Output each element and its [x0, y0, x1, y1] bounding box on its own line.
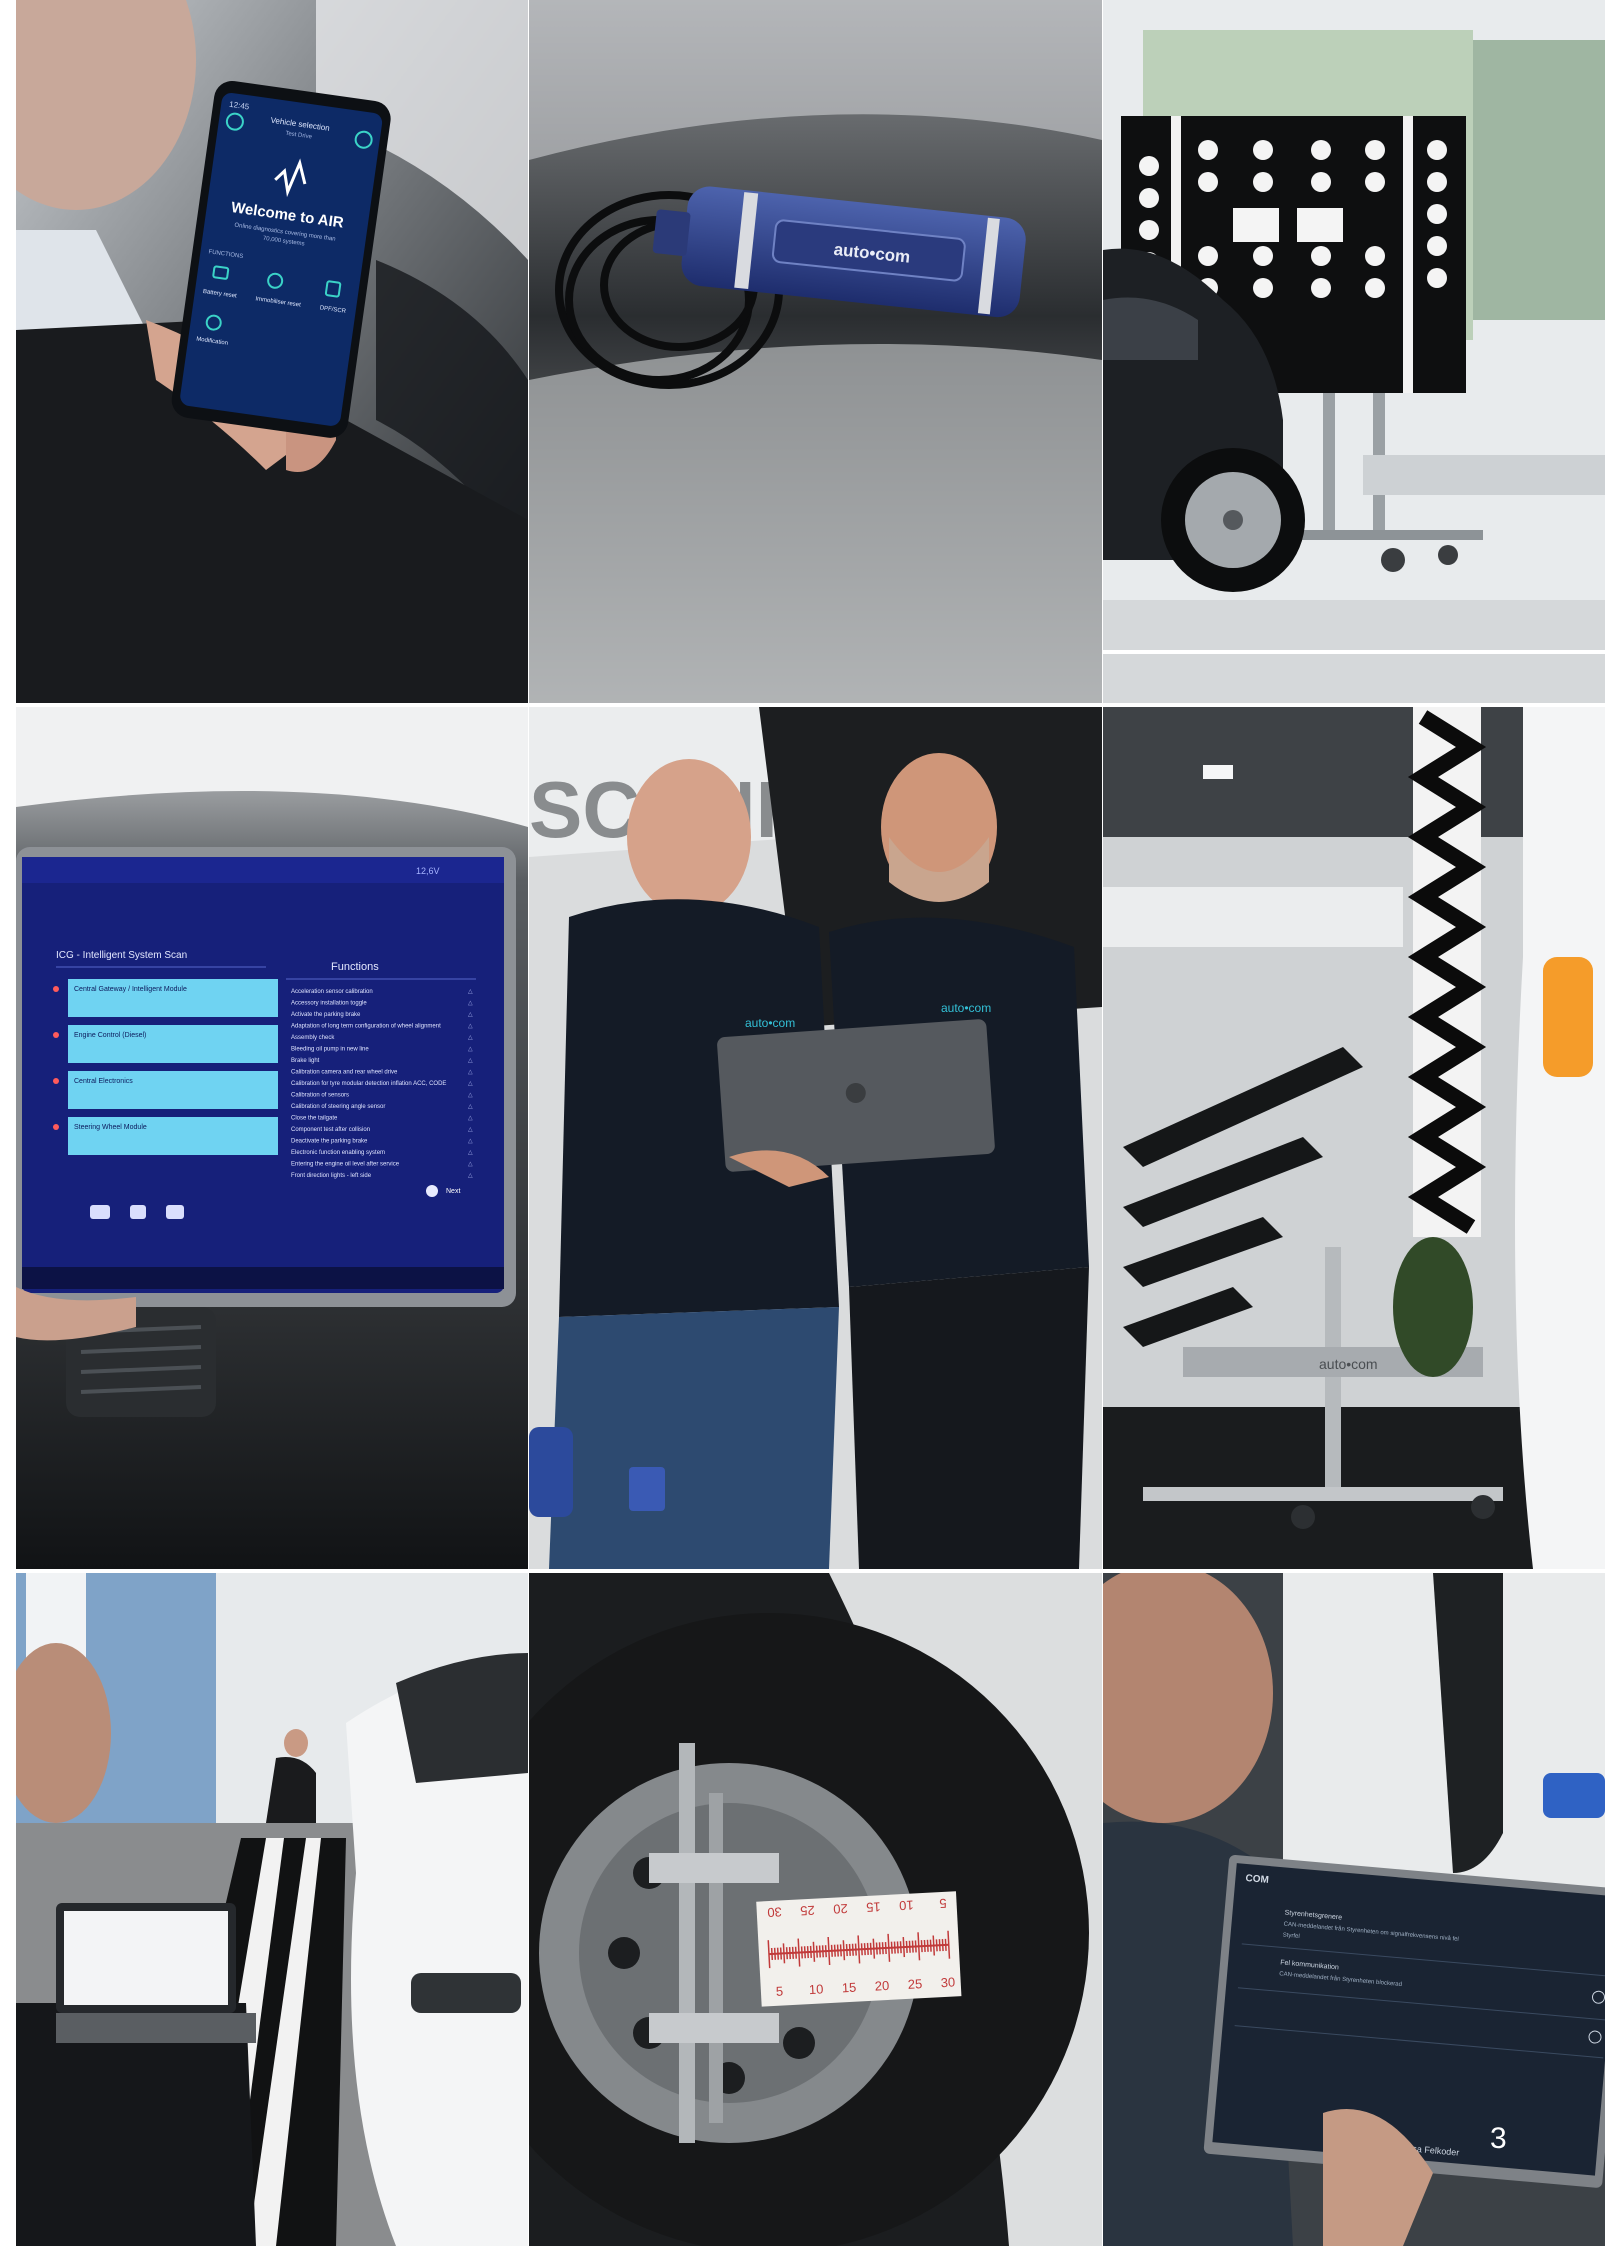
tablet-left-title: ICG - Intelligent System Scan	[56, 950, 187, 961]
photo-wheel-alignment: 30 25 20 15 10 5 5 10 15 20 25 30	[529, 1573, 1102, 2246]
tablet-battery-status: 12,6V	[416, 866, 440, 876]
ruler-bottom-label: 10	[808, 1981, 823, 1997]
warning-icon: △	[468, 1162, 473, 1168]
function-item[interactable]: Bleeding oil pump in new line	[291, 1047, 369, 1053]
warning-icon: △	[468, 1173, 473, 1179]
function-item[interactable]: Acceleration sensor calibration	[291, 989, 373, 995]
ruler-top-label: 20	[833, 1901, 848, 1917]
function-item[interactable]: Front direction lights - left side	[291, 1173, 372, 1179]
function-item[interactable]: Calibration for tyre modular detection i…	[291, 1081, 446, 1087]
function-item[interactable]: Assembly check	[291, 1035, 335, 1041]
calibration-rig-art: auto•com	[1103, 707, 1605, 1569]
ruler-bottom-label: 30	[940, 1974, 955, 1990]
laptop-brand: COM	[1245, 1873, 1269, 1886]
adas-target-art	[1103, 0, 1605, 703]
function-item[interactable]: Calibration of sensors	[291, 1093, 349, 1099]
status-dot	[53, 986, 59, 992]
warning-icon: △	[468, 1127, 473, 1133]
status-dot	[53, 1078, 59, 1084]
car-icon[interactable]	[90, 1205, 110, 1219]
system-item[interactable]	[68, 1025, 278, 1063]
ruler-top-label: 10	[899, 1898, 914, 1914]
warning-icon: △	[468, 989, 473, 995]
tools-icon[interactable]	[166, 1205, 184, 1219]
function-item[interactable]: Calibration of steering angle sensor	[291, 1104, 385, 1110]
ruler-bottom-label: 20	[874, 1978, 889, 1994]
warning-icon: △	[468, 1104, 473, 1110]
laptop-photo-art: COM Styrenhetsgrenere CAN-meddelandet fr…	[1103, 1573, 1605, 2246]
system-item[interactable]	[68, 979, 278, 1017]
function-item[interactable]: Component test after collision	[291, 1127, 370, 1133]
system-item-label: Steering Wheel Module	[74, 1124, 147, 1131]
warning-icon: △	[468, 1035, 473, 1041]
page-number: 3	[1490, 2122, 1507, 2155]
technicians-photo-art: SCANIA auto•com auto•com	[529, 707, 1102, 1569]
polo-logo-2: auto•com	[941, 1001, 991, 1015]
warning-icon: △	[468, 1001, 473, 1007]
tablet-photo-art: 12,6V ICG - Intelligent System Scan Func…	[16, 707, 528, 1569]
warning-icon: △	[468, 1047, 473, 1053]
warning-icon: △	[468, 1070, 473, 1076]
ruler-bottom-label: 15	[841, 1980, 856, 1996]
photo-vci-dongle: auto•com	[529, 0, 1102, 703]
warning-icon: △	[468, 1093, 473, 1099]
next-arrow-icon[interactable]	[426, 1185, 438, 1197]
garage-photo-art	[16, 1573, 528, 2246]
warning-icon: △	[468, 1081, 473, 1087]
ruler-top-label: 25	[800, 1903, 815, 1919]
system-item-label: Engine Control (Diesel)	[74, 1032, 146, 1039]
warning-icon: △	[468, 1058, 473, 1064]
function-item[interactable]: Close the tailgate	[291, 1116, 338, 1122]
warning-icon: △	[468, 1150, 473, 1156]
rig-logo: auto•com	[1319, 1356, 1378, 1372]
function-item[interactable]: Entering the engine oil level after serv…	[291, 1162, 400, 1168]
photo-calibration-rig: auto•com	[1103, 707, 1605, 1569]
ruler-bottom-label: 5	[776, 1983, 784, 1998]
function-item[interactable]: Calibration camera and rear wheel drive	[291, 1070, 398, 1076]
tablet-right-title: Functions	[331, 961, 379, 973]
system-item[interactable]	[68, 1071, 278, 1109]
function-item[interactable]: Electronic function enabling system	[291, 1150, 385, 1156]
warning-icon: △	[468, 1116, 473, 1122]
status-dot	[53, 1124, 59, 1130]
photo-phone-app: 12:45 Vehicle selection Test Drive Welco…	[16, 0, 528, 703]
function-item[interactable]: Brake light	[291, 1058, 320, 1064]
warning-icon: △	[468, 1012, 473, 1018]
ruler-top-label: 5	[939, 1896, 947, 1911]
system-item[interactable]	[68, 1117, 278, 1155]
function-item[interactable]: Deactivate the parking brake	[291, 1139, 368, 1145]
function-item[interactable]: Accessory installation toggle	[291, 1001, 367, 1007]
ruler-top-label: 30	[767, 1904, 782, 1920]
polo-logo-1: auto•com	[745, 1016, 795, 1030]
photo-tablet-software: 12,6V ICG - Intelligent System Scan Func…	[16, 707, 528, 1569]
document-icon[interactable]	[130, 1205, 146, 1219]
tablet-next-button[interactable]: Next	[446, 1188, 460, 1195]
function-item[interactable]: Activate the parking brake	[291, 1012, 361, 1018]
wheel-alignment-art: 30 25 20 15 10 5 5 10 15 20 25 30	[529, 1573, 1102, 2246]
phone-photo-art: 12:45 Vehicle selection Test Drive Welco…	[16, 0, 528, 703]
warning-icon: △	[468, 1024, 473, 1030]
photo-adas-target	[1103, 0, 1605, 703]
function-item[interactable]: Adaptation of long term configuration of…	[291, 1024, 441, 1030]
system-item-label: Central Electronics	[74, 1078, 133, 1085]
dongle-photo-art: auto•com	[529, 0, 1102, 703]
photo-laptop-diagnostics: COM Styrenhetsgrenere CAN-meddelandet fr…	[1103, 1573, 1605, 2246]
system-item-label: Central Gateway / Intelligent Module	[74, 986, 187, 993]
ruler-bottom-label: 25	[907, 1976, 922, 1992]
ruler-top-label: 15	[866, 1899, 881, 1915]
photo-garage-calibration	[16, 1573, 528, 2246]
warning-icon: △	[468, 1139, 473, 1145]
photo-technicians: SCANIA auto•com auto•com	[529, 707, 1102, 1569]
status-dot	[53, 1032, 59, 1038]
